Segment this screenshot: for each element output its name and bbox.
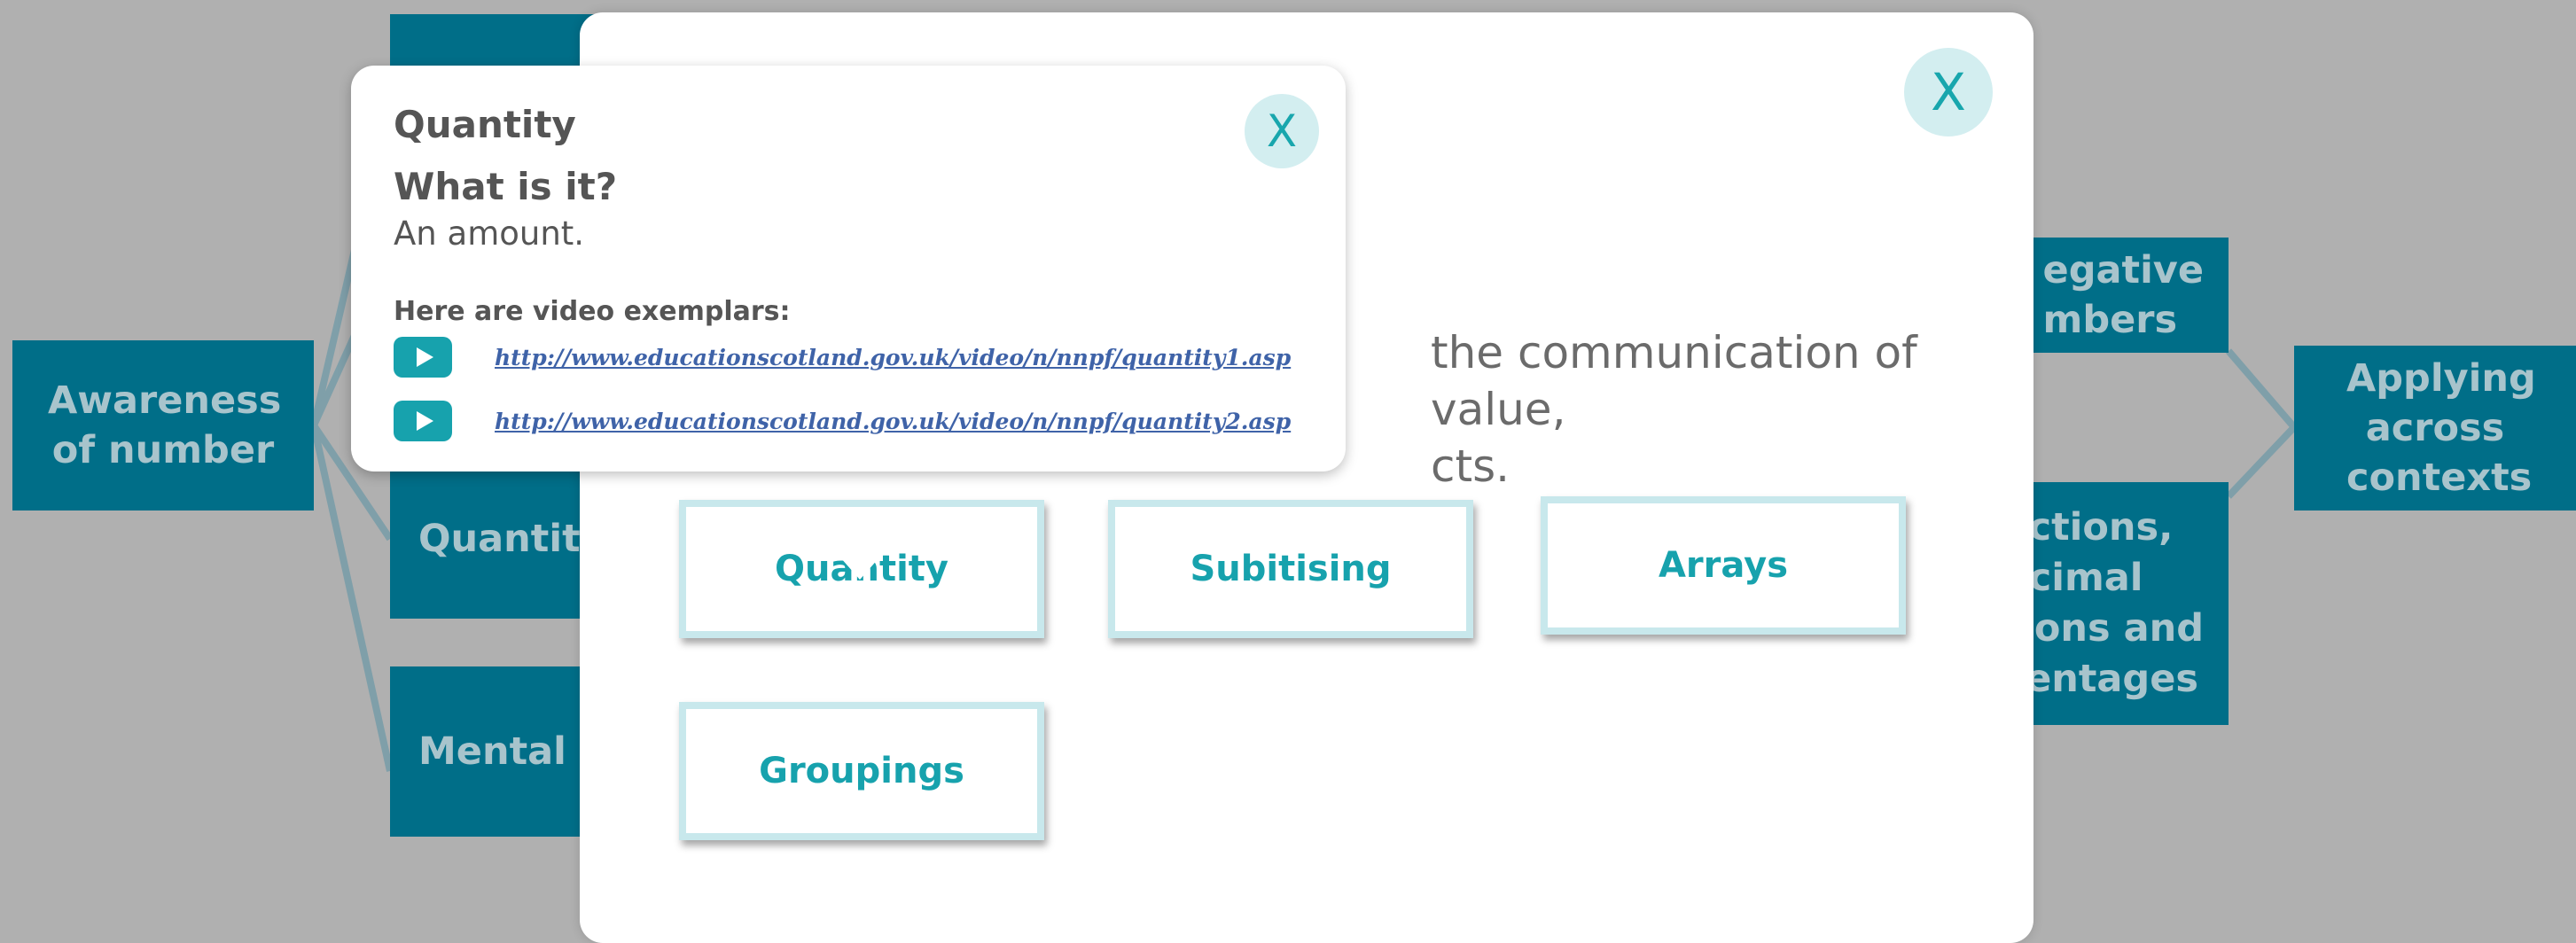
node-label-line: egative	[2042, 248, 2204, 292]
node-label: Awareness of number	[48, 378, 282, 472]
node-mental-agility[interactable]: Mental ag	[390, 666, 594, 837]
tile-label: Subitising	[1190, 549, 1392, 589]
video-item: http://www.educationscotland.gov.uk/vide…	[394, 401, 1291, 441]
popup-close-button[interactable]: X	[1245, 94, 1319, 168]
video-link[interactable]: http://www.educationscotland.gov.uk/vide…	[495, 409, 1291, 434]
node-label-group: egative mbers	[2043, 245, 2204, 345]
popup-definition: An amount.	[394, 214, 585, 253]
node-label: Quantit	[418, 517, 581, 561]
tile-label: Groupings	[759, 751, 964, 791]
node-applying-across-contexts[interactable]: Applying across contexts	[2294, 346, 2576, 510]
node-awareness-of-number[interactable]: Awareness of number	[12, 340, 314, 510]
play-icon[interactable]	[394, 337, 452, 378]
video-item: http://www.educationscotland.gov.uk/vide…	[394, 337, 1291, 378]
tile-label: Arrays	[1658, 545, 1789, 586]
node-quantity[interactable]: Quantit	[390, 459, 594, 619]
popup-video-label: Here are video exemplars:	[394, 296, 791, 327]
tile-subitising[interactable]: Subitising	[1108, 500, 1473, 638]
popup-pointer	[821, 535, 899, 580]
tile-groupings[interactable]: Groupings	[679, 702, 1044, 840]
popup-title: Quantity	[394, 103, 576, 146]
node-label: Applying across contexts	[2346, 356, 2536, 500]
tile-arrays[interactable]: Arrays	[1541, 496, 1906, 635]
node-label: Mental ag	[418, 729, 594, 774]
modal-close-button[interactable]: X	[1904, 48, 1993, 136]
node-label-line: mbers	[2042, 298, 2178, 342]
play-icon[interactable]	[394, 401, 452, 441]
quantity-popup: Quantity What is it? An amount. Here are…	[351, 66, 1346, 580]
popup-heading: What is it?	[394, 165, 618, 208]
video-link[interactable]: http://www.educationscotland.gov.uk/vide…	[495, 345, 1291, 370]
